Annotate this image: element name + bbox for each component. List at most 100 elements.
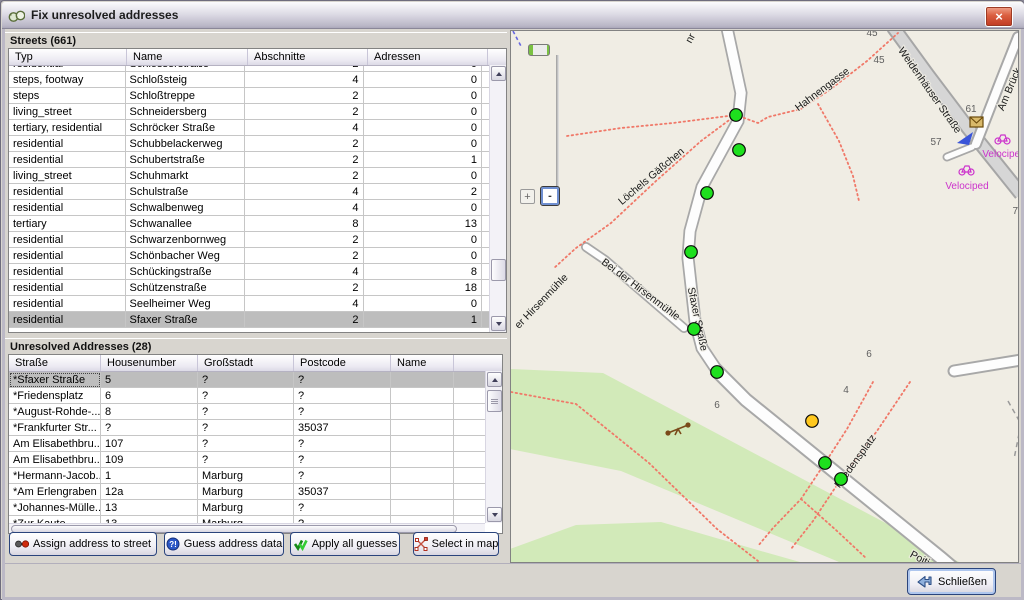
column-header[interactable]: Großstadt xyxy=(198,355,294,371)
column-header[interactable]: Name xyxy=(391,355,454,371)
table-row[interactable]: residentialSchulstraße42 xyxy=(9,184,490,200)
cell-name xyxy=(391,436,454,452)
cell-grossstadt: ? xyxy=(198,420,294,436)
table-row[interactable]: residentialSchubertstraße21 xyxy=(9,152,490,168)
cell-abschnitte: 4 xyxy=(245,200,364,216)
streets-panel-title: Streets (661) xyxy=(5,32,507,49)
table-row[interactable]: residentialSchützenstraße218 xyxy=(9,280,490,296)
cell-typ: residential xyxy=(9,248,126,264)
cell-name: Schloßtreppe xyxy=(126,88,245,104)
question-icon: ?! xyxy=(166,537,180,551)
table-row[interactable]: *Am Erlengraben12aMarburg35037 xyxy=(9,484,486,500)
table-row[interactable]: *Sfaxer Straße5?? xyxy=(9,372,486,388)
scroll-up-icon[interactable] xyxy=(487,372,502,387)
button-label: Guess address data xyxy=(184,538,282,550)
fix-addresses-icon xyxy=(8,7,25,24)
table-row[interactable]: tertiary, residentialSchröcker Straße40 xyxy=(9,120,490,136)
table-row[interactable]: *August-Rohde-...8?? xyxy=(9,404,486,420)
cell-typ: residential xyxy=(9,136,126,152)
table-row[interactable]: tertiarySchwanallee813 xyxy=(9,216,490,232)
cell-typ: residential xyxy=(9,152,126,168)
cell-grossstadt: Marburg xyxy=(198,468,294,484)
house-number-label: 70 xyxy=(1012,206,1018,217)
titlebar[interactable]: Fix unresolved addresses × xyxy=(2,2,1024,29)
column-header[interactable]: Typ xyxy=(9,49,127,65)
address-marker-yellow[interactable] xyxy=(806,415,819,428)
table-row[interactable]: Am Elisabethbru...109?? xyxy=(9,452,486,468)
cell-abschnitte: 2 xyxy=(245,152,364,168)
cell-typ: residential xyxy=(9,200,126,216)
table-row[interactable]: *Johannes-Mülle...13Marburg? xyxy=(9,500,486,516)
scrollbar-thumb[interactable] xyxy=(491,259,506,281)
cell-adressen: 0 xyxy=(364,72,483,88)
cell-strasse: *August-Rohde-... xyxy=(9,404,101,420)
dialog-footer: Schließen xyxy=(2,563,1024,598)
column-header[interactable]: Abschnitte xyxy=(248,49,368,65)
address-marker-green[interactable] xyxy=(701,187,714,200)
cell-grossstadt: Marburg xyxy=(198,484,294,500)
table-row[interactable]: steps, footwaySchloßsteig40 xyxy=(9,72,490,88)
address-marker-green[interactable] xyxy=(685,246,698,259)
cell-typ: living_street xyxy=(9,104,126,120)
guess-address-data-button[interactable]: ?! Guess address data xyxy=(164,532,284,556)
table-row[interactable]: residentialSeelheimer Weg40 xyxy=(9,296,490,312)
table-row[interactable]: residentialSchönbacher Weg20 xyxy=(9,248,490,264)
cell-adressen: 18 xyxy=(364,280,483,296)
column-header[interactable]: Postcode xyxy=(294,355,391,371)
cell-name: Sfaxer Straße xyxy=(126,312,245,328)
scrollbar-thumb[interactable] xyxy=(487,390,502,412)
cell-typ: residential xyxy=(9,184,126,200)
table-row[interactable]: *Friedensplatz6?? xyxy=(9,388,486,404)
map-view[interactable]: nrHahnengasseLöchels GäßchenWeidenhäuser… xyxy=(510,30,1019,563)
select-in-map-button[interactable]: Select in map xyxy=(413,532,499,556)
address-marker-green[interactable] xyxy=(688,323,701,336)
zoom-slider-track[interactable] xyxy=(556,55,559,195)
cell-typ: steps xyxy=(9,88,126,104)
column-header[interactable]: Name xyxy=(127,49,248,65)
table-row[interactable]: *Frankfurter Str...??35037 xyxy=(9,420,486,436)
assign-address-to-street-button[interactable]: Assign address to street xyxy=(9,532,157,556)
map-canvas: nrHahnengasseLöchels GäßchenWeidenhäuser… xyxy=(511,31,1018,562)
streets-vertical-scrollbar[interactable] xyxy=(489,65,506,332)
cell-typ: residential xyxy=(9,280,126,296)
cell-abschnitte: 4 xyxy=(245,264,364,280)
close-icon[interactable]: × xyxy=(985,6,1013,27)
addresses-table-header: StraßeHousenumberGroßstadtPostcodeName xyxy=(9,355,502,372)
table-row[interactable]: residentialSchwalbenweg40 xyxy=(9,200,490,216)
cell-abschnitte: 4 xyxy=(245,296,364,312)
schliessen-button[interactable]: Schließen xyxy=(907,568,996,595)
address-marker-green[interactable] xyxy=(733,144,746,157)
table-row[interactable]: living_streetSchuhmarkt20 xyxy=(9,168,490,184)
select-nodes-icon xyxy=(414,537,428,551)
zoom-slider-handle[interactable] xyxy=(528,44,550,56)
table-row[interactable]: *Hermann-Jacob...1Marburg? xyxy=(9,468,486,484)
column-header[interactable]: Straße xyxy=(9,355,101,371)
address-marker-green[interactable] xyxy=(730,109,743,122)
zoom-in-button[interactable]: + xyxy=(520,189,535,204)
cell-housenumber: 107 xyxy=(101,436,198,452)
cell-housenumber: 8 xyxy=(101,404,198,420)
cell-name: Schröcker Straße xyxy=(126,120,245,136)
table-row[interactable]: stepsSchloßtreppe20 xyxy=(9,88,490,104)
table-row[interactable]: Am Elisabethbru...107?? xyxy=(9,436,486,452)
column-header[interactable]: Housenumber xyxy=(101,355,198,371)
addresses-vertical-scrollbar[interactable] xyxy=(485,371,502,523)
address-marker-green[interactable] xyxy=(819,457,832,470)
address-marker-green[interactable] xyxy=(835,473,848,486)
cell-postcode: ? xyxy=(294,468,391,484)
cell-grossstadt: ? xyxy=(198,372,294,388)
table-row[interactable]: residentialSfaxer Straße21 xyxy=(9,312,490,328)
row-filler xyxy=(454,484,486,500)
table-row[interactable]: residentialSchückingstraße48 xyxy=(9,264,490,280)
address-marker-green[interactable] xyxy=(711,366,724,379)
table-row[interactable]: living_streetSchneidersberg20 xyxy=(9,104,490,120)
apply-all-guesses-button[interactable]: Apply all guesses xyxy=(290,532,400,556)
scroll-up-icon[interactable] xyxy=(491,66,506,81)
table-row[interactable]: residentialSchwarzenbornweg20 xyxy=(9,232,490,248)
scroll-down-icon[interactable] xyxy=(491,316,506,331)
zoom-out-button[interactable]: - xyxy=(540,186,560,206)
scroll-down-icon[interactable] xyxy=(487,507,502,522)
column-header[interactable]: Adressen xyxy=(368,49,488,65)
table-row[interactable]: residentialSchubbelackerweg20 xyxy=(9,136,490,152)
house-number-label: 6 xyxy=(866,349,872,360)
